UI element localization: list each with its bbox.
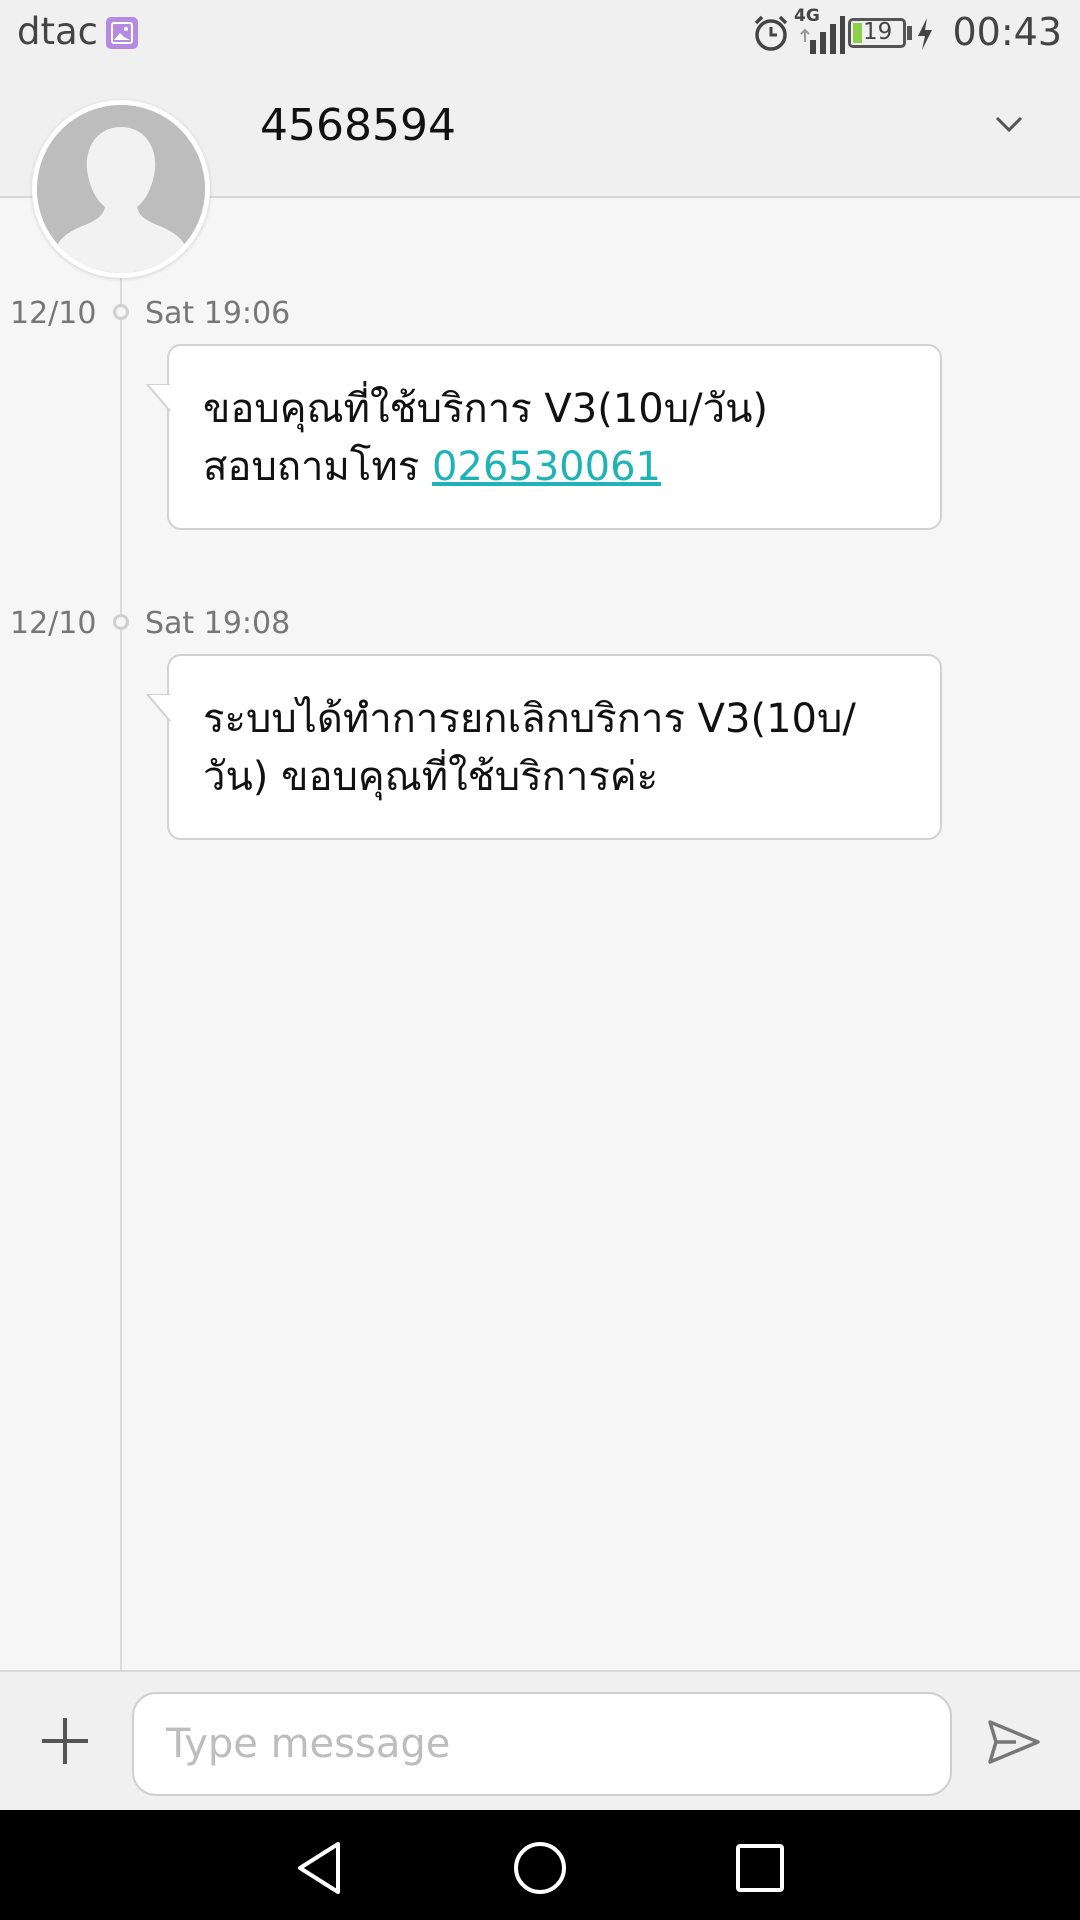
message-text: ระบบได้ทำการยกเลิกบริการ V3(10บ/วัน) ขอบ… (203, 696, 856, 800)
carrier-name: dtac (17, 10, 99, 53)
message-date: 12/10 (10, 296, 97, 331)
message-bubble[interactable]: ระบบได้ทำการยกเลิกบริการ V3(10บ/วัน) ขอบ… (145, 654, 942, 840)
contact-name[interactable]: 4568594 (260, 100, 456, 151)
charging-icon (916, 18, 934, 54)
message-bubble[interactable]: ขอบคุณที่ใช้บริการ V3(10บ/วัน) สอบถามโทร… (145, 344, 942, 530)
person-silhouette-icon (37, 105, 205, 273)
add-attachment-button[interactable] (36, 1712, 94, 1770)
back-triangle-icon (298, 1842, 340, 1894)
avatar[interactable] (32, 100, 210, 278)
signal-icon (797, 10, 845, 60)
bubble-tail (145, 384, 171, 412)
home-circle-icon (514, 1842, 566, 1894)
message-input[interactable] (132, 1692, 952, 1796)
status-bar: dtac 4G 19 00:43 (0, 0, 1080, 66)
send-icon (988, 1720, 1040, 1764)
message-date: 12/10 (10, 606, 97, 641)
battery-level: 19 (863, 19, 893, 45)
timeline-dot (113, 304, 129, 320)
system-nav-bar (0, 1810, 1080, 1920)
bubble-tail (145, 694, 171, 722)
phone-link[interactable]: 026530061 (432, 444, 661, 490)
chevron-down-icon[interactable] (994, 114, 1024, 138)
send-button[interactable] (986, 1714, 1042, 1770)
alarm-icon (752, 14, 790, 56)
plus-icon (42, 1718, 88, 1764)
message-time: Sat 19:08 (145, 606, 291, 641)
clock: 00:43 (952, 10, 1062, 54)
battery-fill (853, 23, 862, 43)
gallery-notification-icon (106, 17, 138, 49)
message-composer (0, 1670, 1080, 1810)
message-time: Sat 19:06 (145, 296, 291, 331)
recents-button[interactable] (730, 1838, 790, 1898)
home-button[interactable] (510, 1838, 570, 1898)
timeline-dot (113, 614, 129, 630)
battery-nub (907, 26, 912, 40)
battery-icon: 19 (848, 18, 906, 48)
recents-square-icon (736, 1844, 784, 1892)
timeline-line (120, 200, 122, 1670)
back-button[interactable] (290, 1838, 350, 1898)
